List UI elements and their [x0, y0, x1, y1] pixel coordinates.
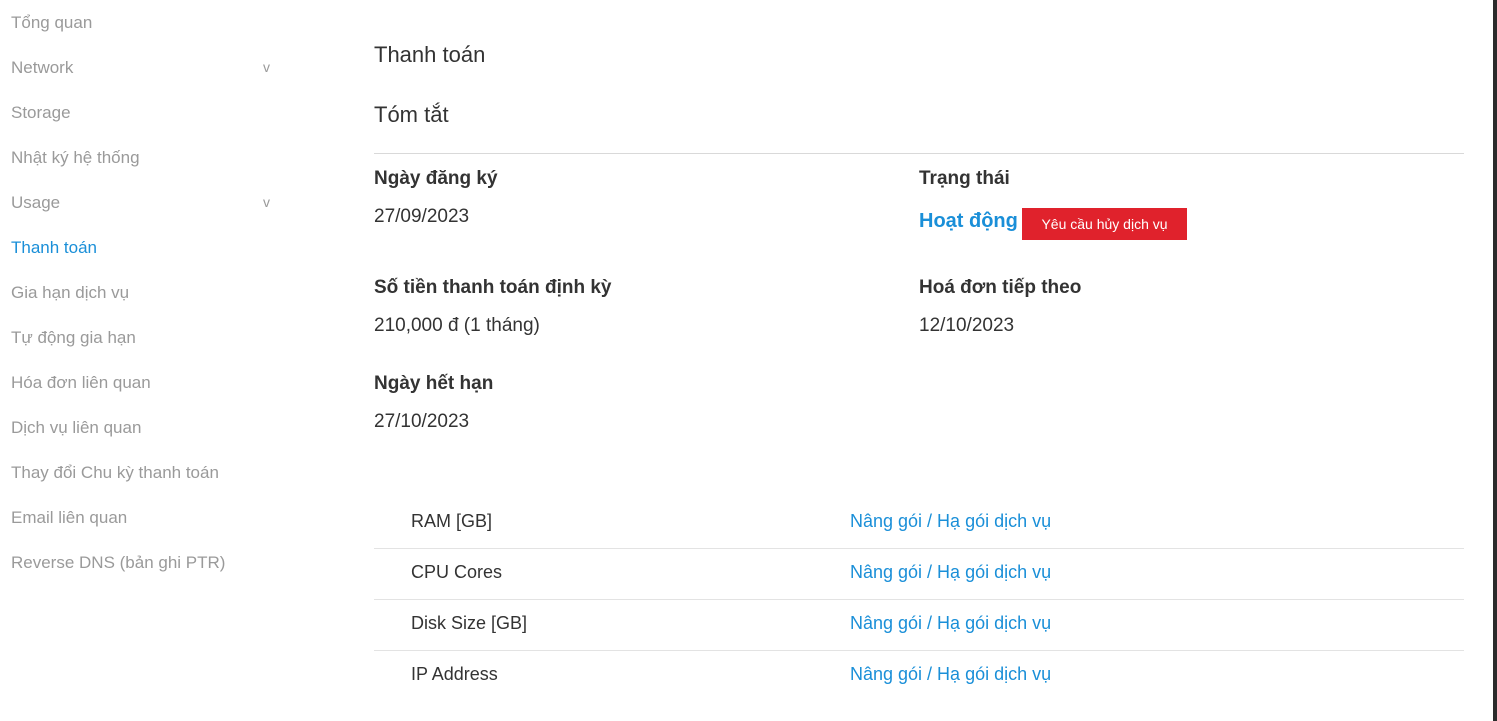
sidebar-item-emails[interactable]: Email liên quan	[11, 506, 290, 530]
table-row: RAM [GB] Nâng gói / Hạ gói dịch vụ	[374, 498, 1464, 549]
sidebar-item-label: Gia hạn dịch vụ	[11, 283, 130, 302]
resource-name: Disk Size [GB]	[411, 613, 528, 633]
resource-name: RAM [GB]	[411, 511, 493, 531]
sidebar-item-label: Tổng quan	[11, 13, 93, 32]
recurring-amount-label: Số tiền thanh toán định kỳ	[374, 277, 612, 298]
table-row: IP Address Nâng gói / Hạ gói dịch vụ	[374, 651, 1464, 702]
sidebar-item-label: Usage	[11, 193, 61, 212]
expiry-date-value: 27/10/2023	[374, 411, 470, 432]
sidebar-item-invoices[interactable]: Hóa đơn liên quan	[11, 371, 290, 395]
sidebar-item-billing-cycle[interactable]: Thay đổi Chu kỳ thanh toán	[11, 461, 290, 485]
recurring-amount-value: 210,000 đ (1 tháng)	[374, 315, 540, 336]
sidebar-item-label: Thanh toán	[11, 238, 98, 257]
table-row: CPU Cores Nâng gói / Hạ gói dịch vụ	[374, 549, 1464, 600]
upgrade-downgrade-link[interactable]: Nâng gói / Hạ gói dịch vụ	[850, 511, 1051, 532]
next-invoice-value: 12/10/2023	[919, 315, 1015, 336]
chevron-down-icon: v	[263, 59, 270, 75]
sidebar-item-label: Reverse DNS (bản ghi PTR)	[11, 553, 226, 572]
sidebar-item-storage[interactable]: Storage	[11, 101, 290, 125]
sidebar-item-label: Thay đổi Chu kỳ thanh toán	[11, 463, 219, 482]
sidebar-item-label: Hóa đơn liên quan	[11, 373, 151, 392]
chevron-down-icon: v	[263, 194, 270, 210]
resource-name: IP Address	[411, 664, 498, 684]
status-badge: Hoạt động	[919, 210, 1018, 232]
status-label: Trạng thái	[919, 168, 1010, 189]
sidebar-item-label: Nhật ký hệ thống	[11, 148, 140, 167]
sidebar-item-network[interactable]: Network v	[11, 56, 290, 80]
next-invoice-label: Hoá đơn tiếp theo	[919, 277, 1082, 298]
signup-date-label: Ngày đăng ký	[374, 168, 498, 189]
sidebar-item-related-services[interactable]: Dịch vụ liên quan	[11, 416, 290, 440]
sidebar-item-label: Storage	[11, 103, 71, 122]
sidebar-nav: Tổng quan Network v Storage Nhật ký hệ th…	[0, 0, 290, 721]
sidebar-item-label: Tự động gia hạn	[11, 328, 136, 347]
sidebar-item-renew[interactable]: Gia hạn dịch vụ	[11, 281, 290, 305]
upgrade-downgrade-link[interactable]: Nâng gói / Hạ gói dịch vụ	[850, 664, 1051, 685]
scrollbar[interactable]	[1493, 0, 1497, 721]
page-title: Thanh toán	[374, 42, 486, 67]
sidebar-item-reverse-dns[interactable]: Reverse DNS (bản ghi PTR)	[11, 551, 290, 575]
upgrade-downgrade-link[interactable]: Nâng gói / Hạ gói dịch vụ	[850, 562, 1051, 583]
sidebar-item-usage[interactable]: Usage v	[11, 191, 290, 215]
sidebar-item-auto-renew[interactable]: Tự động gia hạn	[11, 326, 290, 350]
sidebar-item-label: Dịch vụ liên quan	[11, 418, 142, 437]
divider	[374, 153, 1464, 154]
expiry-date-label: Ngày hết hạn	[374, 373, 494, 394]
upgrade-downgrade-link[interactable]: Nâng gói / Hạ gói dịch vụ	[850, 613, 1051, 634]
main-content: Thanh toán Tóm tắt Ngày đăng ký 27/09/20…	[374, 0, 1464, 721]
sidebar-item-overview[interactable]: Tổng quan	[11, 11, 290, 35]
cancel-service-button[interactable]: Yêu cầu hủy dịch vụ	[1022, 208, 1187, 240]
resource-name: CPU Cores	[411, 562, 503, 582]
sidebar-item-billing[interactable]: Thanh toán	[11, 236, 290, 260]
section-title: Tóm tắt	[374, 102, 449, 127]
sidebar-item-label: Network	[11, 58, 74, 77]
sidebar-item-label: Email liên quan	[11, 508, 128, 527]
table-row: Disk Size [GB] Nâng gói / Hạ gói dịch vụ	[374, 600, 1464, 651]
sidebar-item-system-log[interactable]: Nhật ký hệ thống	[11, 146, 290, 170]
signup-date-value: 27/09/2023	[374, 206, 470, 227]
